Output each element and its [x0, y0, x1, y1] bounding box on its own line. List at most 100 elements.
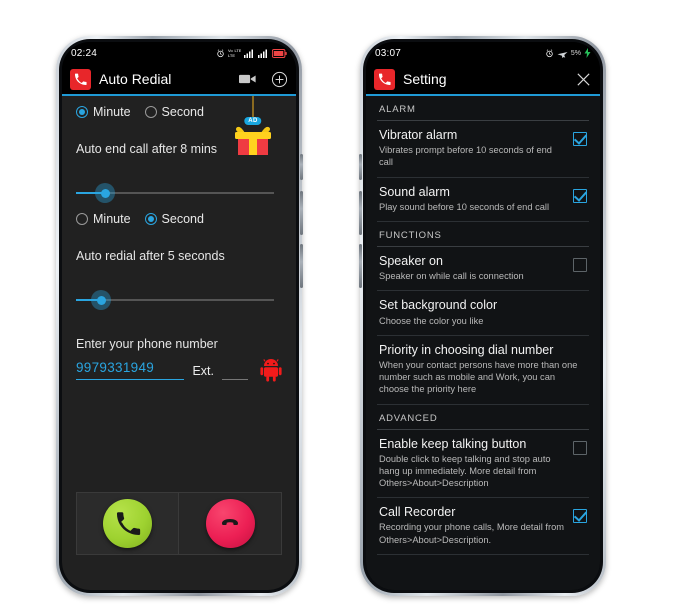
checkbox-enable-keep-talking[interactable]: [573, 440, 587, 455]
ext-input[interactable]: [222, 366, 248, 380]
pref-title: Vibrator alarm: [379, 128, 458, 142]
phone-side-button-power-right[interactable]: [359, 154, 362, 180]
radio-option-second-2[interactable]: Second: [144, 212, 204, 226]
video-camera-icon: [239, 74, 256, 84]
checkbox-vibrator-alarm[interactable]: [573, 132, 587, 146]
pref-texts: Enable keep talking button Double click …: [379, 437, 567, 490]
pref-set-background-color[interactable]: Set background color Choose the color yo…: [377, 291, 589, 336]
pref-texts: Call Recorder Recording your phone calls…: [379, 505, 567, 546]
checkbox-sound-alarm[interactable]: [573, 188, 587, 203]
phone-bezel-right: 03:07 5% Setting ALARM Vibrator alarm Vi…: [363, 39, 603, 593]
phone-side-button-volume-down-right[interactable]: [359, 244, 362, 288]
page-title: Auto Redial: [99, 71, 172, 87]
pref-call-recorder[interactable]: Call Recorder Recording your phone calls…: [377, 498, 589, 555]
phone-number-label: Enter your phone number: [76, 337, 218, 351]
svg-text:LTE: LTE: [235, 48, 242, 53]
redial-summary: Auto redial after 5 seconds: [76, 249, 225, 263]
section-header-alarm: ALARM: [377, 96, 589, 121]
pref-title: Speaker on: [379, 253, 443, 268]
screen-setting: 03:07 5% Setting ALARM Vibrator alarm Vi…: [366, 42, 600, 590]
phone-handset-icon: [378, 73, 391, 85]
airplane-icon: [557, 51, 568, 58]
radio-minute-icon: [76, 106, 88, 118]
radio-minute-label: Minute: [93, 105, 131, 119]
signal-bar-icon: [244, 49, 253, 58]
status-bar-right: 03:07 5%: [366, 42, 600, 64]
dial-call-circle: [103, 499, 152, 548]
svg-text:LTE: LTE: [228, 53, 235, 58]
section-header-functions: FUNCTIONS: [377, 222, 589, 247]
ad-badge-label: AD: [244, 117, 262, 125]
pref-priority-dial-number[interactable]: Priority in choosing dial number When yo…: [377, 336, 589, 405]
gift-ad-banner[interactable]: AD: [232, 96, 274, 163]
svg-text:Vo: Vo: [228, 48, 233, 53]
app-bar: Auto Redial: [62, 64, 296, 96]
pref-texts: Priority in choosing dial number When yo…: [379, 343, 587, 396]
phone-device-left: 02:24 Vo LTE LTE Auto Redial AD Minute S…: [56, 36, 303, 596]
pref-subtitle: Double click to keep talking and stop au…: [379, 453, 551, 489]
alarm-icon: [546, 48, 553, 57]
phone-side-button-volume-down[interactable]: [300, 244, 303, 288]
phone-handset-icon: [74, 73, 87, 85]
pref-enable-keep-talking[interactable]: Enable keep talking button Double click …: [377, 430, 589, 499]
pref-subtitle: Recording your phone calls, More detail …: [379, 522, 564, 545]
pref-speaker-on[interactable]: Speaker on Speaker on while call is conn…: [377, 247, 589, 292]
pref-texts: Set background color Choose the color yo…: [379, 298, 587, 326]
hang-up-button[interactable]: [179, 492, 282, 555]
pref-subtitle: When your contact persons have more than…: [379, 360, 578, 395]
screen-auto-redial: 02:24 Vo LTE LTE Auto Redial AD Minute S…: [62, 42, 296, 590]
pref-texts: Sound alarm Play sound before 10 seconds…: [379, 185, 567, 213]
radio-option-second[interactable]: Second: [144, 105, 204, 119]
pref-title: Priority in choosing dial number: [379, 342, 554, 357]
phone-number-input[interactable]: 9979331949: [76, 359, 185, 380]
dial-call-button[interactable]: [76, 492, 179, 555]
phone-app-icon: [374, 68, 395, 90]
pref-subtitle: Vibrates prompt before 10 seconds of end…: [379, 145, 552, 168]
page-title-setting: Setting: [403, 71, 447, 87]
slider-thumb[interactable]: [91, 290, 111, 310]
add-button[interactable]: [271, 71, 288, 88]
radio-second-icon: [144, 106, 157, 118]
pref-texts: Vibrator alarm Vibrates prompt before 10…: [379, 128, 567, 169]
plus-circle-icon: [271, 71, 288, 87]
battery-percent-label: 5%: [570, 49, 581, 57]
pref-subtitle: Speaker on while call is connection: [379, 271, 524, 282]
end-call-slider[interactable]: [76, 178, 282, 208]
close-button[interactable]: [575, 71, 592, 88]
checkbox-call-recorder[interactable]: [573, 509, 587, 524]
call-action-bar: [62, 492, 296, 555]
pref-title: Enable keep talking button: [379, 436, 527, 451]
android-robot-icon: [260, 359, 282, 382]
hang-up-circle: [205, 499, 255, 548]
redial-slider[interactable]: [76, 285, 282, 315]
checkbox-speaker-on[interactable]: [573, 257, 587, 272]
radio-option-minute[interactable]: Minute: [76, 105, 131, 119]
slider-thumb[interactable]: [95, 183, 115, 203]
phone-bezel: 02:24 Vo LTE LTE Auto Redial AD Minute S…: [59, 39, 299, 593]
status-bar: 02:24 Vo LTE LTE: [62, 42, 296, 64]
phone-side-button-volume-up-right[interactable]: [359, 191, 362, 235]
pref-vibrator-alarm[interactable]: Vibrator alarm Vibrates prompt before 10…: [377, 121, 589, 178]
alarm-icon: [217, 48, 224, 57]
pref-sound-alarm[interactable]: Sound alarm Play sound before 10 seconds…: [377, 178, 589, 222]
pref-subtitle: Choose the color you like: [379, 315, 484, 326]
settings-list: ALARM Vibrator alarm Vibrates prompt bef…: [366, 96, 600, 590]
phone-device-right: 03:07 5% Setting ALARM Vibrator alarm Vi…: [359, 36, 606, 596]
battery-icon: [272, 48, 287, 58]
dial-call-icon: [116, 511, 140, 535]
phone-side-button-volume-up[interactable]: [300, 191, 303, 235]
gift-box-icon: [235, 126, 271, 155]
status-icon-group-right: 5%: [545, 48, 591, 58]
close-icon: [577, 72, 590, 86]
end-call-icon: [222, 518, 238, 525]
radio-option-minute-2[interactable]: Minute: [76, 212, 131, 226]
phone-side-button-power[interactable]: [300, 154, 303, 180]
phone-number-value: 9979331949: [76, 360, 155, 375]
status-icon-group: Vo LTE LTE: [216, 48, 287, 58]
radio-minute-label-2: Minute: [93, 212, 131, 226]
radio-minute-icon: [76, 213, 88, 225]
pref-title: Call Recorder: [379, 505, 456, 520]
auto-redial-content: AD Minute Second Auto end call after 8 m…: [62, 96, 296, 590]
charging-icon: [584, 48, 591, 58]
video-call-button[interactable]: [239, 72, 257, 86]
